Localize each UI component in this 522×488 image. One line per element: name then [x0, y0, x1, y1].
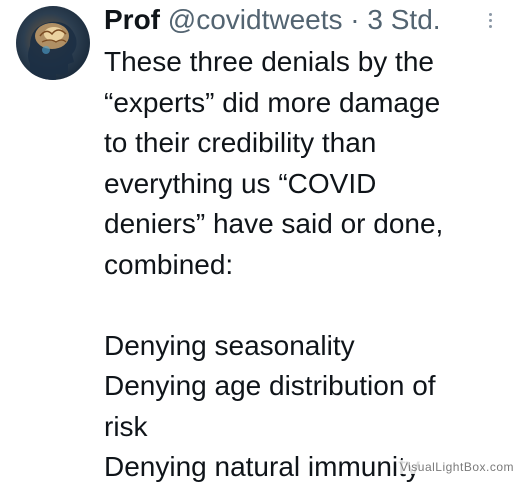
- watermark: VisualLightBox.com: [397, 460, 516, 474]
- brain-head-avatar-icon: [28, 21, 77, 80]
- tweet-text-line: everything us “COVID: [104, 167, 377, 199]
- tweet-header: Prof @covidtweets · 3 Std.: [104, 2, 441, 38]
- list-item: Denying age distribution of: [104, 370, 436, 401]
- more-vertical-icon[interactable]: [482, 10, 498, 34]
- tweet-text: These three denials by the “experts” did…: [104, 42, 514, 488]
- tweet-card[interactable]: Prof @covidtweets · 3 Std. These three d…: [0, 0, 522, 482]
- list-item: Denying seasonality: [104, 329, 355, 361]
- author-handle[interactable]: @covidtweets: [168, 4, 343, 35]
- list-item: risk: [104, 410, 148, 442]
- tweet-text-line: deniers” have said or done,: [104, 208, 444, 239]
- avatar[interactable]: [16, 6, 90, 80]
- tweet-timestamp[interactable]: 3 Std.: [367, 4, 440, 35]
- author-name[interactable]: Prof: [104, 4, 160, 35]
- tweet-text-line: “experts” did more damage: [104, 86, 441, 118]
- tweet-text-line: These three denials by the: [104, 46, 434, 77]
- tweet-text-line: to their credibility than: [104, 127, 377, 158]
- tweet-text-line: combined:: [104, 248, 234, 280]
- header-separator: ·: [350, 4, 360, 35]
